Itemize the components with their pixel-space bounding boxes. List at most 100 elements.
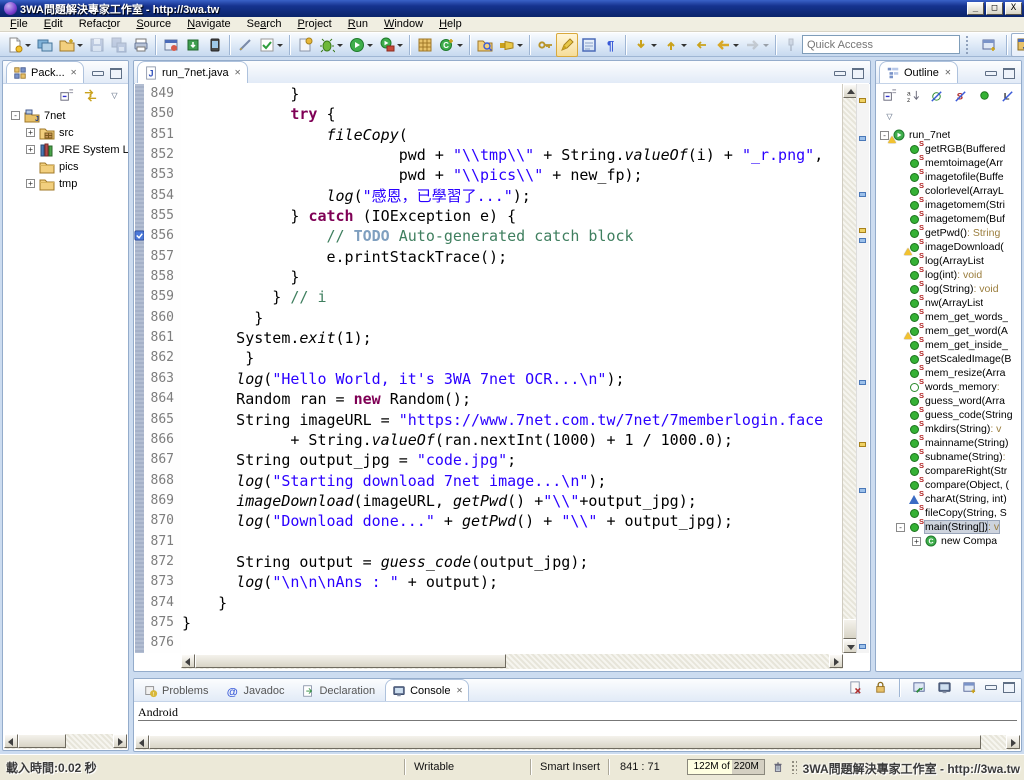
maximize-view-icon[interactable] [1003,68,1015,79]
code-line[interactable]: log("感恩，已學習了..."); [182,186,842,206]
hide-local-types-button[interactable]: L [998,86,1017,105]
tab-run-7net-java[interactable]: J run_7net.java ✕ [137,61,248,83]
java-perspective-button[interactable]: JJava [1011,32,1024,57]
outline-item[interactable]: Smem_get_word(A [876,321,1021,339]
outline-item[interactable]: Smainname(String) [876,433,1021,450]
outline-item[interactable]: SgetPwd() : String [876,223,1021,240]
link-with-editor-button[interactable] [81,86,100,105]
view-menu-icon[interactable]: ▽ [880,107,899,126]
line-number-ruler[interactable]: 849 850 851 852 853 854 855 856 857 858 859 860 861 8… [144,84,181,653]
menu-navigate[interactable]: Navigate [179,17,238,31]
outline-item[interactable]: Smemtoimage(Arr [876,153,1021,170]
code-line[interactable]: } [182,613,842,633]
run-button[interactable] [346,33,376,57]
show-whitespace-button[interactable]: ¶ [600,33,622,57]
collapse-node-icon[interactable]: - [11,111,20,120]
build-all-button[interactable] [160,33,182,57]
overview-yellow-marker[interactable] [859,98,866,103]
display-selected-console-button[interactable] [935,679,954,697]
code-line[interactable]: String output = guess_code(output_jpg); [182,552,842,572]
outline-item[interactable]: SimageDownload( [876,237,1021,255]
tab-package-explorer[interactable]: Pack... ✕ [6,61,84,83]
code-line[interactable]: fileCopy( [182,125,842,145]
back-button[interactable] [712,33,742,57]
save-button[interactable] [86,33,108,57]
previous-annotation-button[interactable] [660,33,690,57]
code-line[interactable]: } catch (IOException e) { [182,206,842,226]
tab-javadoc[interactable]: @ Javadoc [218,679,291,701]
overview-blue-marker[interactable] [859,136,866,141]
code-line[interactable]: String imageURL = "https://www.7net.com.… [182,410,842,430]
print-button[interactable] [130,33,152,57]
new-java-project-button[interactable] [34,33,56,57]
code-line[interactable]: } [182,84,842,104]
outline-item[interactable]: Ssubname(String) : [876,447,1021,464]
hide-static-button[interactable]: S [951,86,970,105]
last-edit-location-button[interactable] [690,33,712,57]
console-output-line[interactable]: Android [138,705,1017,721]
close-tab-icon[interactable]: ✕ [945,67,951,78]
hide-non-public-button[interactable] [975,86,994,105]
menu-window[interactable]: Window [376,17,431,31]
outline-item[interactable]: Slog(String) : void [876,279,1021,296]
pin-console-button[interactable] [910,679,929,697]
restore-button[interactable]: □ [986,2,1003,15]
menu-edit[interactable]: Edit [36,17,71,31]
code-line[interactable]: log("Starting download 7net image...\n")… [182,471,842,491]
quick-access-input[interactable] [802,35,960,54]
code-line[interactable]: log("\n\n\nAns : " + output); [182,572,842,592]
mark-occurrences-button[interactable] [556,32,578,57]
code-line[interactable]: } [182,593,842,613]
code-line[interactable]: } [182,267,842,287]
close-tab-icon[interactable]: ✕ [456,685,462,696]
collapse-all-button[interactable] [57,86,76,105]
package-explorer-hscrollbar[interactable] [4,734,127,749]
close-button[interactable]: X [1005,2,1022,15]
outline-item[interactable]: Smem_get_inside_ [876,335,1021,352]
editor-hscrollbar[interactable] [181,654,843,669]
minimize-view-icon[interactable] [985,684,997,690]
overview-yellow-marker[interactable] [859,228,866,233]
tree-item-pics[interactable]: pics [3,158,128,175]
maximize-view-icon[interactable] [110,68,122,79]
outline-item[interactable]: Scolorlevel(ArrayL [876,181,1021,198]
menu-help[interactable]: Help [431,17,470,31]
code-line[interactable] [182,633,842,653]
debug-button[interactable] [316,33,346,57]
close-tab-icon[interactable]: ✕ [235,67,241,78]
open-perspective-button[interactable] [975,33,1003,57]
overview-blue-marker[interactable] [859,380,866,385]
outline-item[interactable]: Simagetomem(Stri [876,195,1021,212]
skip-breakpoints-button[interactable] [234,33,256,57]
outline-item[interactable]: Scompare(Object, ( [876,475,1021,492]
code-line[interactable]: // TODO Auto-generated catch block [182,226,842,246]
scroll-lock-button[interactable] [871,679,890,697]
save-all-button[interactable] [108,33,130,57]
overview-yellow-marker[interactable] [859,442,866,447]
outline-item[interactable]: Simagetofile(Buffe [876,167,1021,184]
outline-item[interactable]: Smkdirs(String) : v [876,419,1021,436]
tab-problems[interactable]: ! Problems [137,679,215,701]
code-line[interactable]: imageDownload(imageURL, getPwd() +"\\"+o… [182,491,842,511]
menu-source[interactable]: Source [128,17,179,31]
code-line[interactable]: e.printStackTrace(); [182,247,842,267]
collapse-node-icon[interactable]: - [896,522,905,532]
new-project-wizard-button[interactable] [294,33,316,57]
minimize-view-icon[interactable] [92,71,104,76]
new-package-button[interactable] [56,33,86,57]
overview-blue-marker[interactable] [859,488,866,493]
overview-blue-marker[interactable] [859,238,866,243]
code-line[interactable]: } // i [182,287,842,307]
code-line[interactable]: Random ran = new Random(); [182,389,842,409]
code-line[interactable]: } [182,308,842,328]
code-line[interactable]: log("Hello World, it's 3WA 7net OCR...\n… [182,369,842,389]
overview-ruler[interactable] [856,84,869,653]
outline-item[interactable]: Slog(ArrayList [876,251,1021,268]
external-tools-button[interactable] [376,33,406,57]
run-garbage-collector-button[interactable] [769,759,787,775]
code-line[interactable]: log("Download done..." + getPwd() + "\\"… [182,511,842,531]
expand-node-icon[interactable]: + [26,128,35,137]
maximize-view-icon[interactable] [852,68,864,79]
outline-item[interactable]: SgetScaledImage(B [876,349,1021,366]
overview-blue-marker[interactable] [859,644,866,649]
